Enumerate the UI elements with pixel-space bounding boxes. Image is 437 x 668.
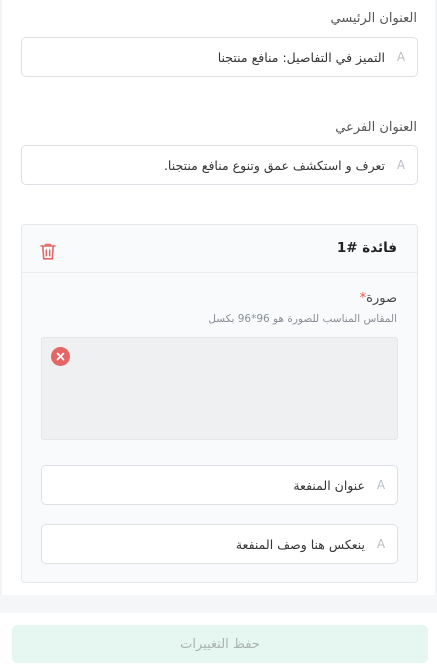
benefit-title-input[interactable]: A عنوان المنفعة <box>41 465 398 505</box>
subtitle-value: تعرف و استكشف عمق وتنوع منافع منتجنا. <box>163 157 385 173</box>
image-label-text: صورة <box>366 291 397 306</box>
benefit-desc-placeholder: ينعكس هنا وصف المنفعة <box>235 536 365 552</box>
subtitle-input[interactable]: A تعرف و استكشف عمق وتنوع منافع منتجنا. <box>21 145 418 185</box>
benefit-title: فائدة #1 <box>336 240 397 256</box>
trash-icon[interactable] <box>39 242 57 261</box>
close-icon[interactable] <box>51 347 70 366</box>
benefit-desc-input[interactable]: A ينعكس هنا وصف المنفعة <box>41 524 398 564</box>
text-field-icon: A <box>376 537 386 551</box>
benefit-title-placeholder: عنوان المنفعة <box>293 477 365 493</box>
text-field-icon: A <box>396 50 406 64</box>
footer-separator <box>0 595 437 613</box>
save-changes-button[interactable]: حفظ التغييرات <box>12 625 428 663</box>
main-title-label: العنوان الرئيسي <box>330 11 418 26</box>
main-title-input[interactable]: A التميز في التفاصيل: منافع منتجنا <box>21 37 418 77</box>
left-edge-rule <box>0 0 2 595</box>
image-size-hint: المقاس المناسب للصورة هو 96*96 بكسل <box>208 313 397 325</box>
text-field-icon: A <box>376 478 386 492</box>
main-title-value: التميز في التفاصيل: منافع منتجنا <box>217 49 385 65</box>
close-glyph <box>56 352 65 361</box>
image-dropzone[interactable] <box>41 337 398 440</box>
image-label: صورة* <box>358 291 397 306</box>
benefit-card: فائدة #1 صورة* المقاس المناسب للصورة هو … <box>21 224 418 583</box>
subtitle-label: العنوان الفرعي <box>335 120 417 135</box>
benefit-card-header: فائدة #1 <box>22 225 417 273</box>
text-field-icon: A <box>396 158 406 172</box>
